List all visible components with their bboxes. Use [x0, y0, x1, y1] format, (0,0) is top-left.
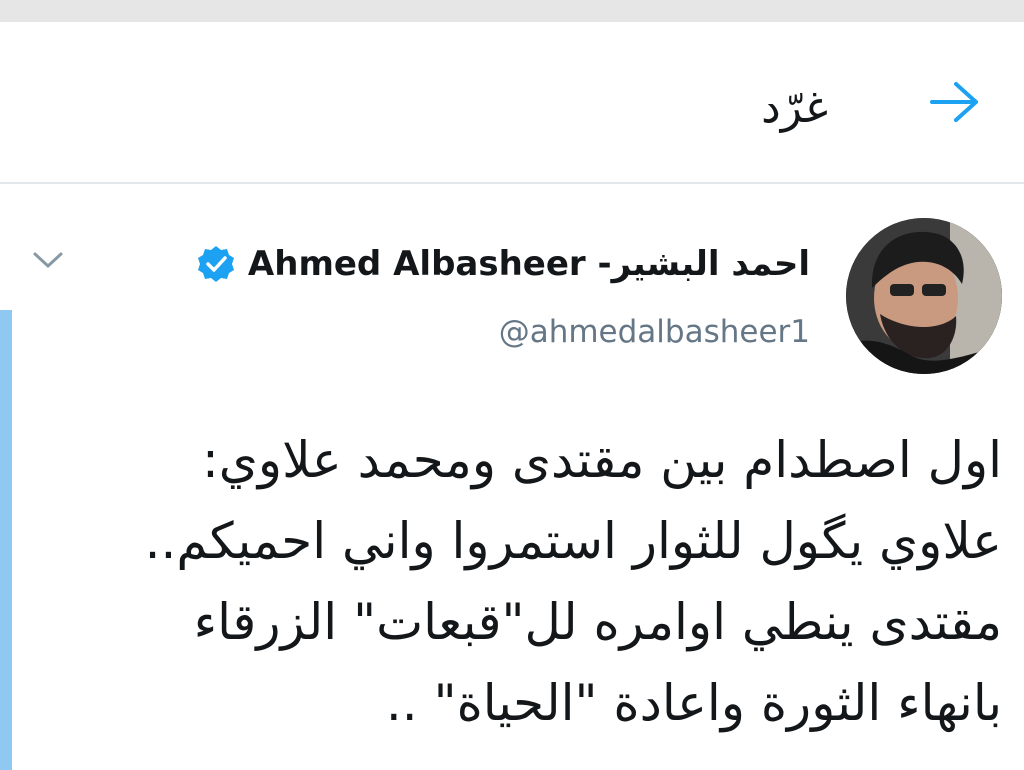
tweet-text-line: اول اصطدام بين مقتدى ومحمد علاوي:	[201, 431, 1002, 489]
author-handle[interactable]: @ahmedalbasheer1	[499, 314, 810, 350]
chevron-down-icon	[32, 250, 64, 274]
tweet-text-line: مقتدى ينطي اوامره لل"قبعات" الزرقاء	[193, 593, 1002, 651]
tweet-text-line: بانهاء الثورة واعادة "الحياة" ..	[385, 674, 1002, 732]
top-bar-strip	[0, 0, 1024, 22]
page-title: غرّد	[761, 82, 828, 133]
verified-badge-icon	[196, 244, 236, 284]
tweet-text-line: علاوي يگول للثوار استمروا واني احميكم..	[144, 512, 1002, 570]
tweet-menu-button[interactable]	[26, 244, 70, 280]
author-row: Ahmed Albasheer -احمد البشير	[196, 240, 810, 288]
thread-line	[0, 310, 12, 770]
back-button[interactable]	[924, 74, 984, 134]
tweet-card[interactable]: Ahmed Albasheer -احمد البشير @ahmedalbas…	[0, 184, 1024, 770]
author-display-name[interactable]: Ahmed Albasheer -احمد البشير	[248, 244, 810, 284]
header-bar: غرّد	[0, 22, 1024, 184]
tweet-text: اول اصطدام بين مقتدى ومحمد علاوي: علاوي …	[42, 420, 1002, 744]
avatar[interactable]	[846, 218, 1002, 374]
arrow-right-icon	[926, 78, 982, 130]
tweet-screen: غرّد Ahmed Albasheer -احمد البشير @ahmed…	[0, 0, 1024, 770]
